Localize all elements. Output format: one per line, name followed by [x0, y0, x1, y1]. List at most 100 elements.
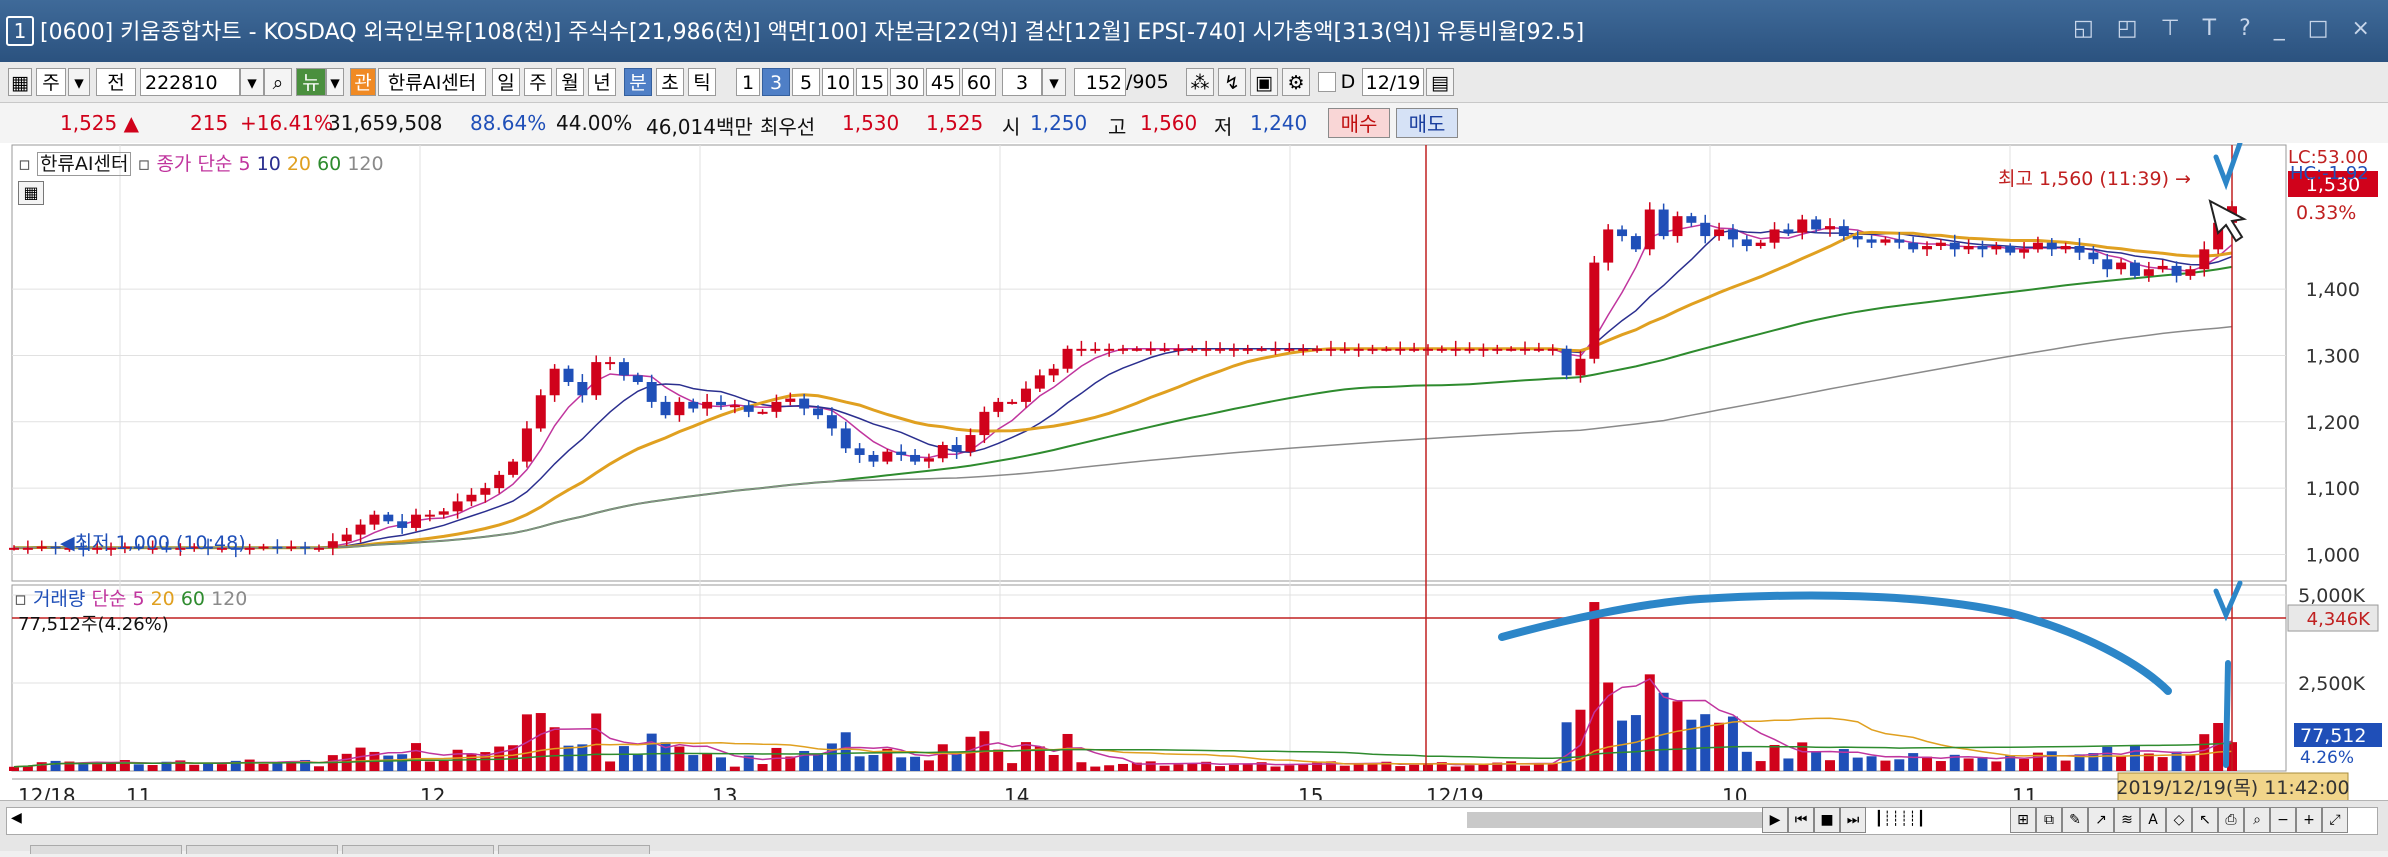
volume-bar [1908, 753, 1919, 771]
candle [480, 488, 491, 495]
candle [715, 401, 726, 406]
interval-30-button[interactable]: 30 [890, 68, 924, 96]
candle [1672, 216, 1683, 237]
interval-45-button[interactable]: 45 [926, 68, 960, 96]
indicator-icon[interactable]: ⁂ [1186, 68, 1214, 96]
copy-icon[interactable]: ⧉ [2036, 807, 2062, 833]
date-checkbox[interactable] [1318, 72, 1336, 92]
volume-bar [1769, 744, 1780, 771]
volume-pane-border [11, 584, 2287, 772]
candle [1741, 239, 1752, 247]
interest-button[interactable]: 관 [350, 68, 376, 96]
day-button[interactable]: 일 [492, 68, 520, 96]
settings-icon[interactable]: ⚙ [1282, 68, 1310, 96]
volume-bar [1450, 766, 1461, 771]
candle [258, 546, 269, 549]
print-icon[interactable]: ⎙ [2218, 807, 2244, 833]
buy-button[interactable]: 매수 [1328, 108, 1390, 138]
draw-icon[interactable]: ✎ [2062, 807, 2088, 833]
annotation-vertical-stroke [2223, 660, 2231, 768]
scroll-thumb[interactable] [1467, 812, 1787, 828]
save-icon[interactable]: ▣ [1250, 68, 1278, 96]
news-dropdown-icon[interactable]: ▾ [326, 68, 344, 96]
code-input[interactable]: 222810 [140, 68, 240, 96]
date-input[interactable]: 12/19 [1362, 68, 1424, 96]
candle [1104, 348, 1115, 351]
candle [411, 514, 422, 528]
crosshair-icon[interactable]: ⊞ [2010, 807, 2036, 833]
second-button[interactable]: 초 [656, 68, 684, 96]
annotation-check-bottom [2213, 580, 2243, 622]
grid-toggle-icon[interactable]: ▦ [18, 181, 44, 205]
trend-icon[interactable]: ↗ [2088, 807, 2114, 833]
layout-icon[interactable]: ▦ [8, 68, 32, 96]
candle [1922, 246, 1933, 250]
minute-button[interactable]: 분 [624, 68, 652, 96]
volume-bar [729, 766, 740, 771]
volume-bar [854, 756, 865, 771]
search-icon[interactable]: ⌕ [264, 68, 292, 96]
period-select[interactable]: 주 [36, 68, 66, 96]
shape-icon[interactable]: ◇ [2166, 807, 2192, 833]
cursor-icon[interactable]: ↖ [2192, 807, 2218, 833]
year-button[interactable]: 년 [588, 68, 616, 96]
legend-ma10: 10 [256, 153, 281, 175]
code-dropdown-icon[interactable]: ▾ [240, 68, 264, 96]
volume-bar [688, 755, 699, 771]
fib-icon[interactable]: ≋ [2114, 807, 2140, 833]
zoom-in-icon[interactable]: + [2296, 807, 2322, 833]
volume-line-box-label: 4,346K [2307, 609, 2372, 630]
stop-icon[interactable]: ■ [1814, 807, 1840, 833]
tick-button[interactable]: 틱 [688, 68, 716, 96]
news-button[interactable]: 뉴 [296, 68, 326, 96]
chart-area[interactable]: 1,000 1,100 1,200 1,300 1,400 5,000K 2,500K 12/… [0, 140, 2388, 810]
period-dropdown-icon[interactable]: ▾ [68, 68, 90, 96]
prev-button[interactable]: 전 [96, 68, 136, 96]
candle [1048, 368, 1059, 376]
calendar-icon[interactable]: ▤ [1426, 68, 1454, 96]
interval-1-button[interactable]: 1 [736, 68, 760, 96]
candle [1963, 246, 1974, 250]
volume-legend-ma5: 5 [132, 588, 145, 610]
expand-icon[interactable]: ⤢ [2322, 807, 2348, 833]
interval-60-button[interactable]: 60 [962, 68, 996, 96]
interval-15-button[interactable]: 15 [856, 68, 888, 96]
legend-ma20: 20 [286, 153, 312, 175]
zoom-out-icon[interactable]: − [2270, 807, 2296, 833]
candle [1145, 348, 1156, 351]
interval-3-button[interactable]: 3 [762, 68, 790, 96]
month-button[interactable]: 월 [556, 68, 584, 96]
candle [1894, 239, 1905, 243]
volume-bar [965, 736, 976, 771]
scroll-right-icon[interactable]: ▶ [1762, 807, 1788, 833]
text-icon[interactable]: A [2140, 807, 2166, 833]
stock-name[interactable]: 한류AI센터 [378, 68, 486, 96]
interval-input[interactable]: 3 [1002, 68, 1042, 96]
trendline-icon[interactable]: ↯ [1218, 68, 1246, 96]
fastforward-icon[interactable]: ⏭ [1840, 807, 1866, 833]
count-input[interactable]: 152 [1074, 68, 1126, 96]
volume-bar [1506, 761, 1517, 771]
window-controls[interactable]: ◱ ◰ ⊤ T ? _ □ × [2073, 16, 2378, 41]
window-tabs[interactable] [30, 843, 654, 857]
interval-10-button[interactable]: 10 [822, 68, 854, 96]
interval-5-button[interactable]: 5 [792, 68, 820, 96]
chart-svg[interactable]: 1,0001,1001,2001,3001,4005,000K2,500K12/… [0, 140, 2388, 810]
bottom-bar: ◀ ▶ ⏮ ■ ⏭ ┃┊┊┊┊┃ ⊞ ⧉ ✎ ↗ ≋ A ◇ ↖ ⎙ ⌕ − +… [0, 800, 2388, 854]
scroll-left-icon[interactable]: ◀ [11, 810, 22, 826]
legend-stock-name[interactable]: 한류AI센터 [36, 152, 132, 176]
rewind-icon[interactable]: ⏮ [1788, 807, 1814, 833]
ma10-line [14, 229, 2233, 549]
volume-bar [840, 732, 851, 771]
sell-button[interactable]: 매도 [1396, 108, 1458, 138]
volume-bar [1658, 692, 1669, 771]
volume-bar [2046, 751, 2057, 771]
candle [1409, 348, 1420, 351]
week-button[interactable]: 주 [524, 68, 552, 96]
zoom-slider[interactable]: ┃┊┊┊┊┃ [1870, 807, 1930, 831]
candle [965, 435, 976, 452]
candle [1824, 226, 1835, 230]
volume-ma5-line [13, 677, 2233, 768]
zoom-icon[interactable]: ⌕ [2244, 807, 2270, 833]
interval-dropdown-icon[interactable]: ▾ [1042, 68, 1066, 96]
